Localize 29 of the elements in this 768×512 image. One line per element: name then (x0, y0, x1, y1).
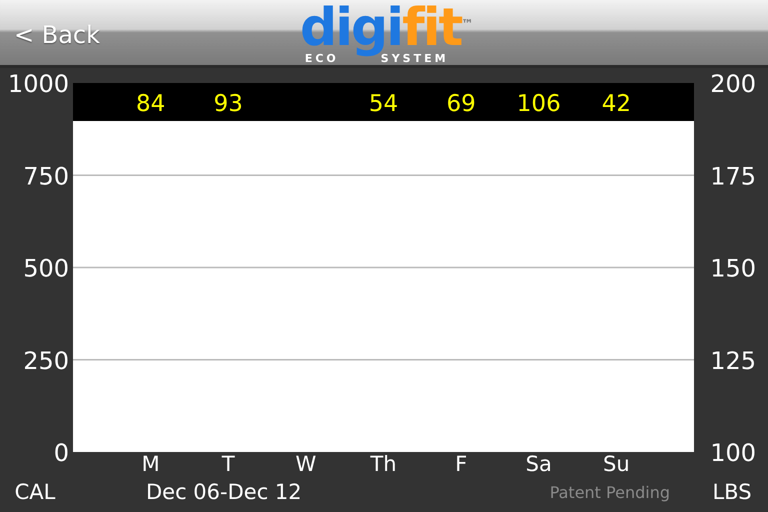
weight-value: 106 (516, 91, 561, 117)
axis-label: 750 (23, 162, 69, 190)
axis-label: 250 (23, 346, 69, 375)
date-range: Dec 06-Dec 12 (146, 480, 302, 504)
unit-label: CAL (14, 480, 56, 504)
weight-value: 42 (602, 91, 632, 117)
day-label: T (222, 452, 235, 476)
axis-label: 500 (23, 254, 69, 282)
day-label: Su (603, 452, 630, 476)
day-label: W (296, 452, 316, 476)
weight-value: 84 (136, 91, 166, 117)
day-label: Sa (526, 452, 552, 476)
day-label: M (142, 452, 160, 476)
patent-notice: Patent Pending (550, 483, 670, 502)
unit-label: LBS (712, 480, 752, 504)
axis-label: 1000 (8, 70, 69, 98)
day-label: Th (370, 452, 397, 476)
back-button[interactable]: < Back (14, 20, 100, 48)
day-label: F (455, 452, 468, 476)
axis-label: 125 (710, 346, 756, 375)
logo: digifit$^{™}$ ECO SYSTEM (300, 2, 474, 65)
axis-label: 175 (710, 162, 756, 190)
axis-label: 150 (710, 254, 756, 282)
axis-label: 100 (710, 439, 756, 467)
axis-label: 0 (54, 439, 69, 467)
weight-value: 93 (214, 91, 243, 117)
weight-value: 69 (446, 91, 476, 117)
weight-value: 54 (368, 91, 398, 117)
axis-label: 200 (710, 70, 756, 98)
